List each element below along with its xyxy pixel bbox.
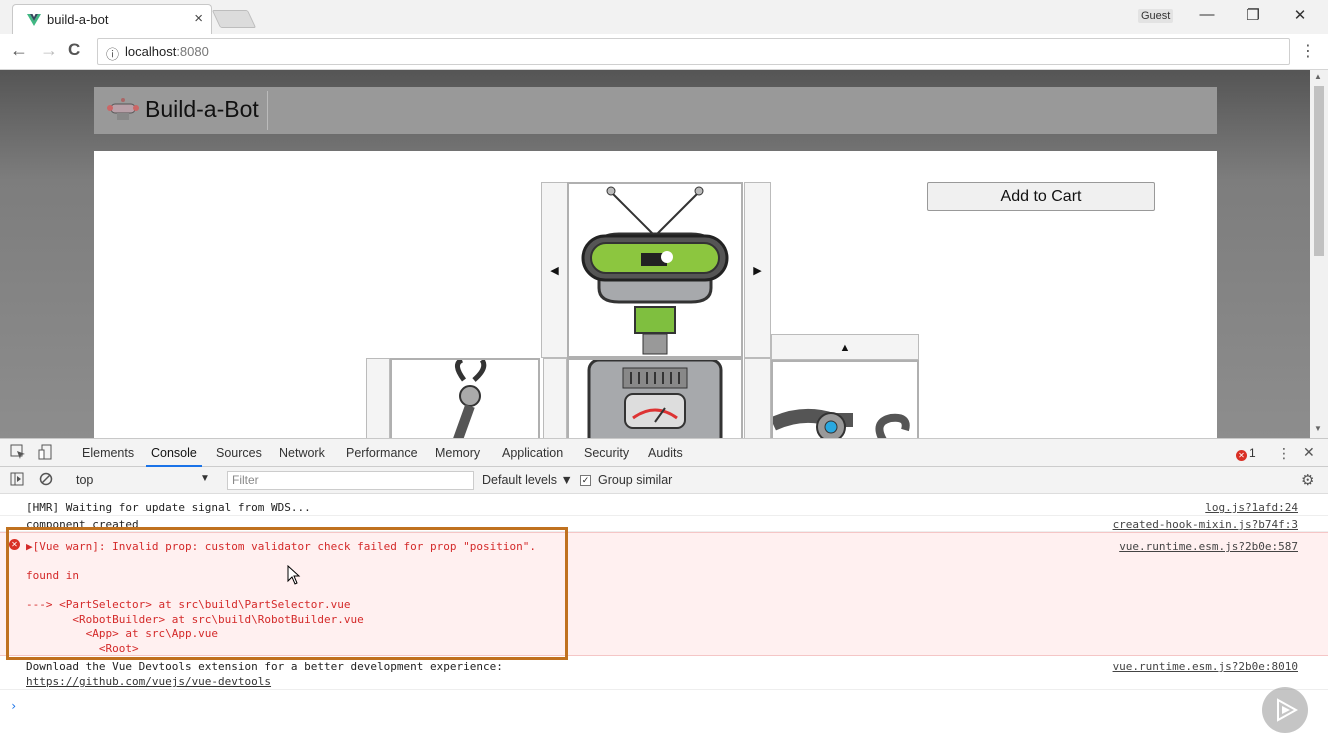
console-message: Download the Vue Devtools extension for … [0,656,1328,690]
robot-builder: Add to Cart ◀ ▶ ▲ [94,151,1217,438]
url-port: :8080 [176,44,209,59]
console-message: component created created-hook-mixin.js?… [0,516,1328,532]
robot-logo-icon [106,97,140,128]
devtools-close-icon[interactable]: ✕ [1303,444,1315,461]
left-arm-part [390,357,540,438]
message-source-link[interactable]: vue.runtime.esm.js?2b0e:8010 [1113,660,1298,673]
torso-prev-button[interactable] [543,358,567,438]
browser-tab-bar: build-a-bot × Guest — ❐ ✕ [0,0,1328,34]
browser-tab[interactable]: build-a-bot × [12,4,212,34]
tab-memory[interactable]: Memory [435,446,480,460]
header-divider [267,91,268,130]
scroll-down-icon[interactable]: ▼ [1314,424,1322,433]
chevron-down-icon[interactable]: ▼ [200,473,210,484]
device-toolbar-icon[interactable] [38,444,54,463]
info-icon[interactable]: ⓘ [106,44,119,63]
page-viewport: Build-a-Bot Add to Cart ◀ ▶ ▲ [0,70,1310,438]
reload-button[interactable]: C [68,40,80,60]
close-window-button[interactable]: ✕ [1285,6,1315,24]
error-text[interactable]: ▶[Vue warn]: Invalid prop: custom valida… [26,540,536,656]
torso-next-button[interactable] [744,358,771,438]
tab-security[interactable]: Security [584,446,629,460]
message-text: [HMR] Waiting for update signal from WDS… [26,501,311,514]
devtools-panel: Elements Console Sources Network Perform… [0,438,1328,747]
robot-arm-image [770,408,910,438]
message-source-link[interactable]: log.js?1afd:24 [1205,501,1298,514]
back-button[interactable]: ← [10,40,28,61]
scroll-up-icon[interactable]: ▲ [1314,72,1322,81]
devtools-tab-bar: Elements Console Sources Network Perform… [0,439,1328,467]
tab-close-icon[interactable]: × [194,10,203,27]
sidebar-toggle-icon[interactable] [10,472,24,489]
play-icon[interactable] [1262,687,1308,733]
tab-elements[interactable]: Elements [82,446,134,460]
context-select[interactable]: top [76,473,93,487]
tab-performance[interactable]: Performance [346,446,418,460]
console-prompt[interactable]: › [10,699,17,713]
address-bar: ← → C ⓘ localhost:8080 ⋮ [0,34,1328,70]
message-text: Download the Vue Devtools extension for … [26,660,503,673]
minimize-button[interactable]: — [1192,6,1222,23]
group-similar-label: Group similar [598,473,673,487]
tab-sources[interactable]: Sources [216,446,262,460]
devtools-link[interactable]: https://github.com/vuejs/vue-devtools [26,675,271,688]
app-header: Build-a-Bot [94,87,1217,134]
mouse-cursor-icon [287,564,301,590]
log-levels-dropdown[interactable]: Default levels ▼ [482,473,573,487]
url-text: localhost:8080 [125,44,209,59]
url-host: localhost [125,44,177,59]
devtools-menu-icon[interactable]: ⋮ [1277,445,1291,462]
filter-input[interactable]: Filter [227,471,474,490]
error-icon: ✕ [9,539,20,550]
inspect-element-icon[interactable] [10,444,26,463]
scrollbar-thumb[interactable] [1314,86,1324,256]
message-source-link[interactable]: vue.runtime.esm.js?2b0e:587 [1119,540,1298,553]
head-part [567,182,743,358]
tab-network[interactable]: Network [279,446,325,460]
robot-claw-image [453,357,487,438]
head-prev-button[interactable]: ◀ [541,182,568,358]
error-counter[interactable]: ✕ 1 [1236,446,1256,461]
console-output: [HMR] Waiting for update signal from WDS… [0,494,1328,747]
browser-menu-icon[interactable]: ⋮ [1300,41,1316,61]
app-title: Build-a-Bot [145,96,259,122]
console-toolbar: top ▼ Filter Default levels ▼ ✓ Group si… [0,467,1328,494]
right-arm-part [770,360,919,438]
group-similar-checkbox[interactable]: ✓ [580,475,591,486]
add-to-cart-button[interactable]: Add to Cart [927,182,1155,211]
left-arm-prev-button[interactable] [366,358,390,438]
new-tab-button[interactable] [211,10,257,28]
restore-button[interactable]: ❐ [1238,6,1268,24]
profile-badge[interactable]: Guest [1138,9,1174,23]
console-message: [HMR] Waiting for update signal from WDS… [0,498,1328,516]
robot-torso-image [587,358,723,438]
message-source-link[interactable]: created-hook-mixin.js?b74f:3 [1113,518,1298,531]
robot-head-image [581,186,729,355]
page-scrollbar[interactable]: ▲ ▼ [1310,70,1328,438]
tab-title: build-a-bot [47,12,109,27]
tab-audits[interactable]: Audits [648,446,683,460]
url-input[interactable]: ⓘ localhost:8080 [97,38,1290,65]
clear-console-icon[interactable] [39,472,53,489]
message-text: component created [26,518,139,531]
right-arm-up-button[interactable]: ▲ [771,334,919,360]
console-error-message: ✕ ▶[Vue warn]: Invalid prop: custom vali… [0,532,1328,656]
error-count: 1 [1249,446,1256,460]
vue-logo-icon [27,13,41,31]
gear-icon[interactable]: ⚙ [1301,471,1314,489]
error-icon: ✕ [1236,450,1247,461]
head-next-button[interactable]: ▶ [744,182,771,358]
torso-part [567,358,743,438]
tab-console[interactable]: Console [151,446,197,460]
forward-button[interactable]: → [40,40,58,61]
tab-application[interactable]: Application [502,446,563,460]
